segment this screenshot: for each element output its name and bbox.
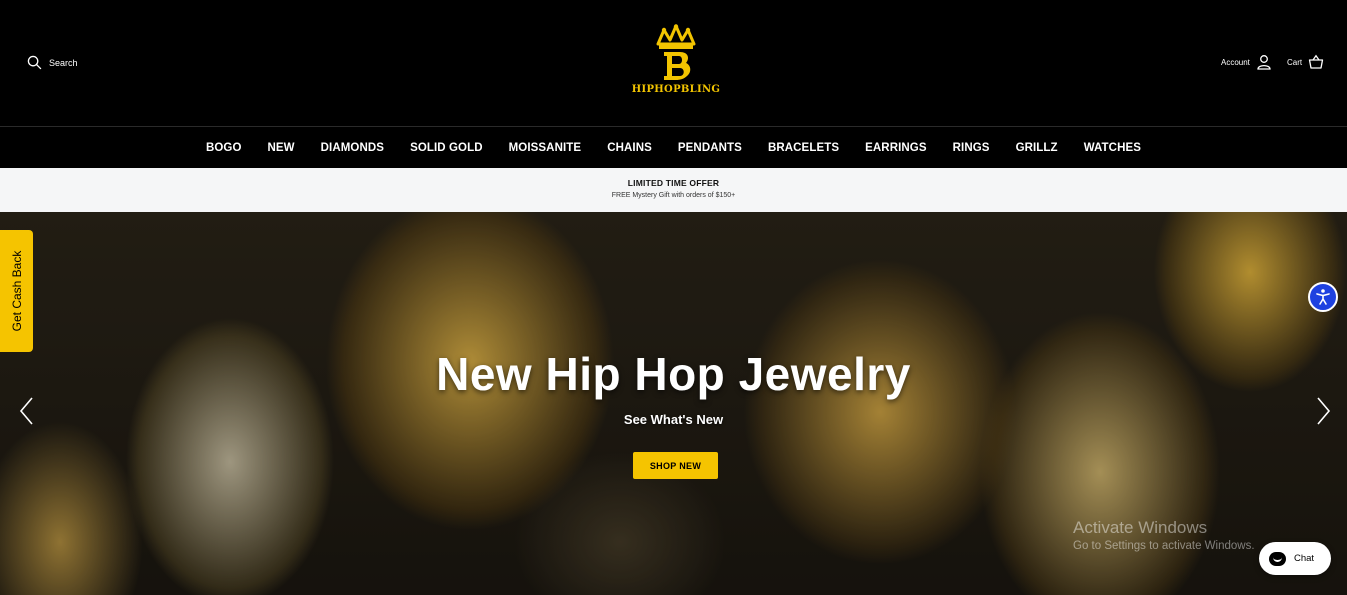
hero-title: New Hip Hop Jewelry	[436, 348, 911, 400]
nav-item-bogo[interactable]: BOGO	[193, 142, 255, 154]
search-icon	[27, 55, 42, 70]
nav-item-solid-gold[interactable]: SOLID GOLD	[397, 142, 496, 154]
site-logo[interactable]: HIPHOPBLING	[626, 24, 726, 98]
nav-item-chains[interactable]: CHAINS	[594, 142, 665, 154]
promo-banner: LIMITED TIME OFFER FREE Mystery Gift wit…	[0, 168, 1347, 212]
shop-new-button[interactable]: SHOP NEW	[633, 452, 718, 479]
watermark-subtitle: Go to Settings to activate Windows.	[1073, 540, 1255, 552]
promo-title: LIMITED TIME OFFER	[627, 178, 720, 188]
accessibility-icon	[1316, 289, 1330, 305]
account-link[interactable]: Account	[1221, 54, 1272, 70]
site-header: Search HIPHOPBLING Account Cart	[0, 0, 1347, 127]
chevron-right-icon[interactable]	[1313, 396, 1333, 426]
account-label: Account	[1221, 57, 1250, 67]
nav-item-bracelets[interactable]: BRACELETS	[755, 142, 852, 154]
nav-item-pendants[interactable]: PENDANTS	[665, 142, 755, 154]
nav-item-watches[interactable]: WATCHES	[1071, 142, 1154, 154]
search-label: Search	[49, 57, 78, 68]
nav-item-earrings[interactable]: EARRINGS	[852, 142, 940, 154]
cart-label: Cart	[1287, 57, 1303, 67]
activate-windows-watermark: Activate Windows Go to Settings to activ…	[1073, 518, 1255, 552]
chat-button[interactable]: Chat	[1259, 542, 1331, 575]
nav-item-rings[interactable]: RINGS	[940, 142, 1003, 154]
promo-subtitle: FREE Mystery Gift with orders of $150+	[611, 192, 736, 199]
chat-label: Chat	[1294, 553, 1315, 564]
get-cash-back-tab[interactable]: Get Cash Back	[0, 230, 33, 352]
chevron-left-icon[interactable]	[17, 396, 37, 426]
main-navigation: BOGO NEW DIAMONDS SOLID GOLD MOISSANITE …	[0, 127, 1347, 168]
cart-link[interactable]: Cart	[1287, 54, 1324, 70]
hero-subtitle: See What's New	[623, 412, 724, 427]
nav-item-diamonds[interactable]: DIAMONDS	[308, 142, 397, 154]
nav-item-new[interactable]: NEW	[255, 142, 308, 154]
nav-item-moissanite[interactable]: MOISSANITE	[496, 142, 595, 154]
accessibility-button[interactable]	[1308, 282, 1338, 312]
user-icon	[1257, 55, 1271, 70]
basket-icon	[1308, 54, 1324, 69]
chat-icon	[1269, 551, 1286, 566]
watermark-title: Activate Windows	[1073, 518, 1208, 537]
crown-logo-icon	[656, 24, 696, 80]
search-button[interactable]: Search	[27, 55, 78, 70]
nav-item-grillz[interactable]: GRILLZ	[1003, 142, 1071, 154]
cash-back-label: Get Cash Back	[9, 250, 24, 332]
logo-text: HIPHOPBLING	[631, 84, 721, 95]
